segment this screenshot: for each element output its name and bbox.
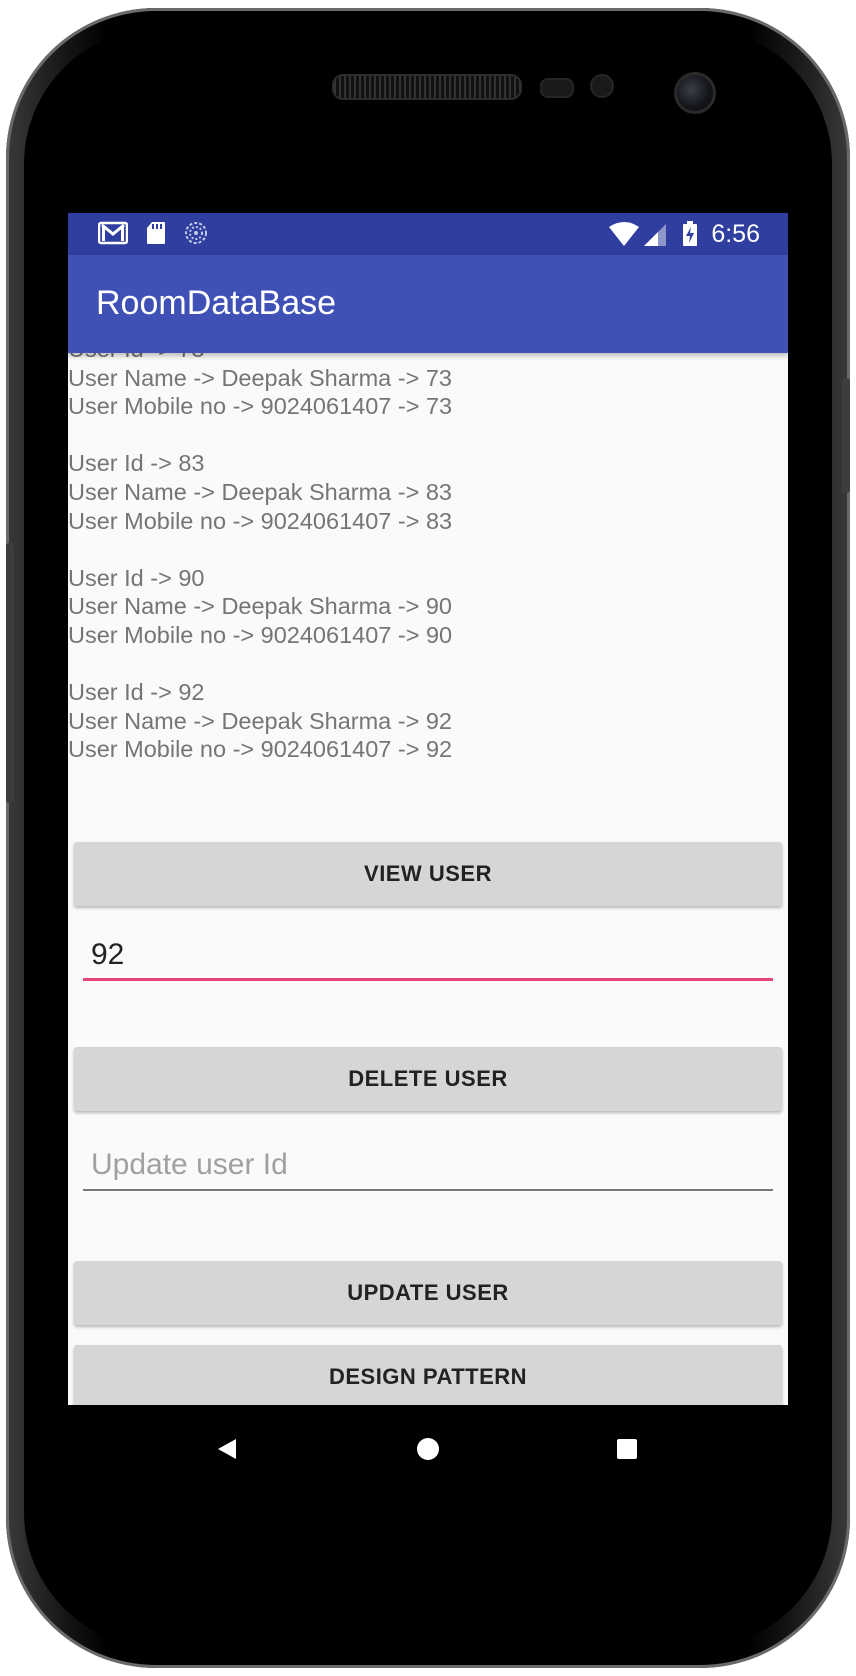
sync-icon bbox=[185, 222, 207, 244]
wifi-icon bbox=[609, 222, 639, 246]
user-name-line: User Name -> Deepak Sharma -> 83 bbox=[68, 478, 452, 505]
device-screen: 6:56 RoomDataBase User Id -> 73 User Nam… bbox=[68, 213, 788, 1492]
user-name-line: User Name -> Deepak Sharma -> 73 bbox=[68, 364, 452, 391]
user-mobile-line: User Mobile no -> 9024061407 -> 90 bbox=[68, 621, 453, 648]
user-id-line: User Id -> 90 bbox=[68, 564, 205, 591]
user-name-line: User Name -> Deepak Sharma -> 92 bbox=[68, 707, 452, 734]
power-button bbox=[842, 378, 850, 493]
status-time: 6:56 bbox=[711, 220, 760, 248]
view-user-button[interactable]: VIEW USER bbox=[74, 842, 782, 906]
update-user-id-input[interactable] bbox=[83, 1141, 773, 1191]
user-mobile-line: User Mobile no -> 9024061407 -> 92 bbox=[68, 736, 453, 763]
delete-user-button[interactable]: DELETE USER bbox=[74, 1047, 782, 1111]
home-icon[interactable] bbox=[410, 1431, 446, 1467]
user-record: User Id -> 92 User Name -> Deepak Sharma… bbox=[68, 678, 452, 764]
earpiece-speaker bbox=[332, 74, 522, 100]
user-id-line: User Id -> 73 bbox=[68, 353, 452, 364]
content-area[interactable]: User Id -> 73 User Name -> Deepak Sharma… bbox=[68, 353, 788, 1405]
gmail-icon bbox=[98, 221, 128, 245]
front-camera bbox=[674, 72, 716, 114]
user-records-list: User Id -> 73 User Name -> Deepak Sharma… bbox=[68, 353, 452, 793]
back-icon[interactable] bbox=[210, 1431, 246, 1467]
user-mobile-line: User Mobile no -> 9024061407 -> 73 bbox=[68, 393, 453, 420]
navigation-bar bbox=[68, 1405, 788, 1492]
update-user-button[interactable]: UPDATE USER bbox=[74, 1261, 782, 1325]
user-name-line: User Name -> Deepak Sharma -> 90 bbox=[68, 593, 452, 620]
user-id-line: User Id -> 92 bbox=[68, 679, 205, 706]
app-bar: RoomDataBase bbox=[68, 255, 788, 353]
user-record: User Id -> 83 User Name -> Deepak Sharma… bbox=[68, 449, 452, 535]
sd-card-icon bbox=[147, 222, 165, 244]
battery-charging-icon bbox=[683, 221, 697, 246]
recents-icon[interactable] bbox=[609, 1431, 645, 1467]
user-id-line: User Id -> 83 bbox=[68, 450, 205, 477]
user-mobile-line: User Mobile no -> 9024061407 -> 83 bbox=[68, 507, 453, 534]
delete-user-id-input[interactable] bbox=[83, 931, 773, 981]
signal-icon bbox=[644, 224, 666, 246]
user-record: User Id -> 73 User Name -> Deepak Sharma… bbox=[68, 353, 452, 421]
app-title: RoomDataBase bbox=[96, 284, 337, 322]
volume-button bbox=[6, 543, 14, 803]
light-sensor bbox=[590, 74, 614, 98]
design-pattern-button[interactable]: DESIGN PATTERN bbox=[74, 1345, 782, 1405]
status-bar: 6:56 bbox=[68, 213, 788, 255]
user-record: User Id -> 90 User Name -> Deepak Sharma… bbox=[68, 564, 452, 650]
proximity-sensor bbox=[540, 78, 574, 98]
